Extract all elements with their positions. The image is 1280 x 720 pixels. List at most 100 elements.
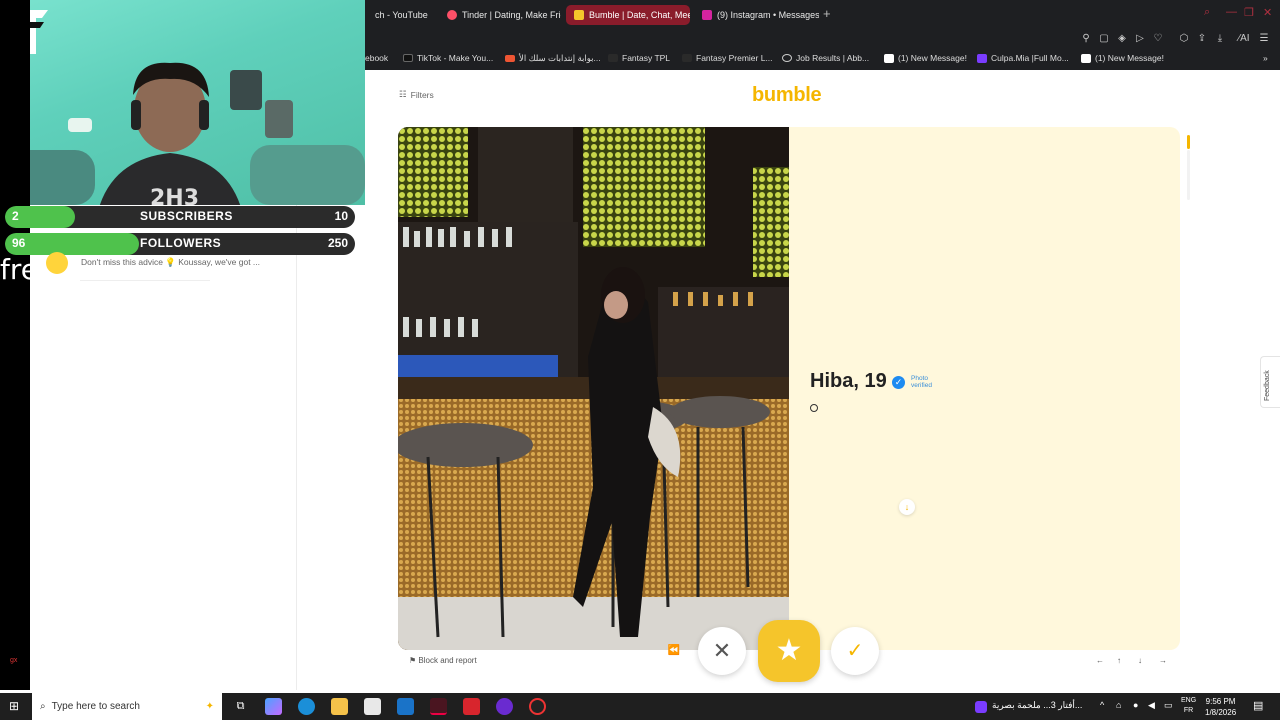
message-icon [1081,53,1091,63]
streamer-silhouette: 2H3 [99,62,241,205]
scroll-down-icon[interactable]: ↓ [899,499,915,515]
display-icon[interactable]: ▭ [1164,700,1173,711]
new-tab-button[interactable]: + [823,6,831,21]
wall-poster [265,100,293,138]
windows-start-icon[interactable]: ⊞ [9,700,22,713]
bookmark-label: Job Results | Abb... [796,53,870,63]
edge-icon[interactable] [298,698,315,715]
verified-check-icon: ✓ [892,376,905,389]
followers-goal: 250 [327,236,348,250]
now-playing-text[interactable]: أفتار 3... ملحمة بصرية... [992,700,1082,711]
outlook-icon[interactable] [397,698,414,715]
tab-youtube[interactable]: ch - YouTube [367,5,437,25]
wall-frame [68,118,92,132]
message-icon [884,53,894,63]
pass-button[interactable]: ✕ [698,627,746,675]
profile-photo[interactable]: ⤢ [398,127,789,650]
feedback-tab[interactable]: Feedback [1260,356,1280,408]
share-icon[interactable]: ⇪ [1196,33,1208,45]
followers-count: 96 [12,236,26,250]
screenshot-icon[interactable]: ▢ [1098,33,1110,45]
ai-icon[interactable]: ⁄AI [1236,33,1252,45]
verified-label-line: Photo [911,375,928,382]
taskbar-search[interactable]: ⌕ Type here to search ✦ [32,693,222,720]
bookmark-item[interactable]: (1) New Message! [1081,53,1164,63]
extensions-icon[interactable]: ⬡ [1178,33,1190,45]
download-icon[interactable]: ⤓ [1214,33,1226,45]
scroll-indicator[interactable] [1187,135,1190,149]
clock-date: 1/8/2026 [1205,708,1237,717]
bookmark-item[interactable]: ebook [365,53,388,63]
filters-label: Filters [410,89,434,100]
chat-avatar[interactable] [46,252,68,274]
menu-icon[interactable]: ☰ [1258,33,1270,45]
premier-league-icon [682,54,692,62]
bookmark-label: ebook [365,53,389,63]
bookmark-item[interactable]: Fantasy Premier L... [682,53,773,63]
file-explorer-icon[interactable] [331,698,348,715]
filters-button[interactable]: ☷ Filters [399,89,434,100]
fantasy-icon [608,54,618,62]
like-button[interactable]: ✓ [831,627,879,675]
heart-icon[interactable]: ♡ [1152,33,1164,45]
tray-overflow-icon[interactable]: ^ [1100,700,1104,710]
bookmark-item[interactable]: Job Results | Abb... [782,53,869,63]
minimize-icon[interactable]: — [1226,6,1237,18]
nav-right-key-icon: → [1159,656,1167,665]
profile-name: Hiba, 19 [810,370,887,392]
bookmark-item[interactable]: Culpa.Mia |Full Mo... [977,53,1069,63]
opera-icon[interactable] [430,698,447,715]
tab-label: ch - YouTube [375,10,428,20]
chat-preview-text[interactable]: Don't miss this advice 💡 Koussay, we've … [81,257,260,268]
bookmark-item[interactable]: Fantasy TPL [608,53,670,63]
subscribers-goal-bar: 2 SUBSCRIBERS 10 [5,206,355,228]
media-icon[interactable] [975,701,987,713]
lang-bottom: FR [1183,707,1194,714]
tab-bumble[interactable]: Bumble | Date, Chat, Meet [566,5,690,25]
corner-text: gx [10,657,18,664]
profile-photo-image [398,127,789,650]
block-report-link[interactable]: ⚑ Block and report [409,656,477,665]
clock[interactable]: 9:56 PM 1/8/2026 [1205,696,1236,718]
volume-icon[interactable]: ◀ [1148,700,1155,711]
location-icon [810,404,818,412]
restore-icon[interactable]: ❐ [1244,6,1254,19]
rewind-button[interactable]: ⏪ [665,642,683,660]
tinder-favicon-icon [447,10,457,20]
pillow [250,145,365,205]
search-icon: ⌕ [40,701,46,712]
task-view-icon[interactable]: ⧉ [232,698,249,715]
close-window-icon[interactable]: ✕ [1263,6,1272,19]
followers-label: FOLLOWERS [140,236,222,250]
wps-icon[interactable] [463,698,480,715]
pin-icon[interactable]: ⚲ [1080,33,1092,45]
network-icon[interactable]: ⌂ [1116,700,1121,710]
bookmark-item[interactable]: TikTok - Make You... [403,53,493,63]
copilot-icon[interactable] [265,698,282,715]
bookmark-label: Fantasy Premier L... [696,53,773,63]
instagram-favicon-icon [702,10,712,20]
obs-icon[interactable] [529,698,546,715]
bookmarks-overflow-icon[interactable]: » [1263,53,1268,63]
tab-label: Tinder | Dating, Make Frie [462,10,561,20]
tab-tinder[interactable]: Tinder | Dating, Make Frie [439,5,561,25]
movie-icon [977,53,987,63]
sparkle-icon: ✦ [205,701,214,712]
scroll-track[interactable] [1187,150,1190,200]
search-tabs-icon[interactable]: ⌕ [1204,6,1210,19]
bumble-logo: bumble [752,84,822,106]
play-icon[interactable]: ▷ [1134,33,1146,45]
notifications-icon[interactable]: ▤ [1253,699,1263,712]
tab-instagram[interactable]: (9) Instagram • Messages [694,5,819,25]
superswipe-button[interactable]: ★ [758,620,820,682]
feedback-label: Feedback [1264,370,1271,401]
shield-icon[interactable]: ◈ [1116,33,1128,45]
store-icon[interactable] [364,698,381,715]
lang-top: ENG [1181,697,1197,704]
bookmark-item[interactable]: بوابة إنتدابات سلك الأ... [505,53,601,64]
bookmark-item[interactable]: (1) New Message! [884,53,967,63]
search-placeholder: Type here to search [51,701,140,712]
discord-icon[interactable] [496,698,513,715]
mic-icon[interactable]: ● [1133,700,1138,710]
language-indicator[interactable]: ENG FR [1181,696,1196,716]
